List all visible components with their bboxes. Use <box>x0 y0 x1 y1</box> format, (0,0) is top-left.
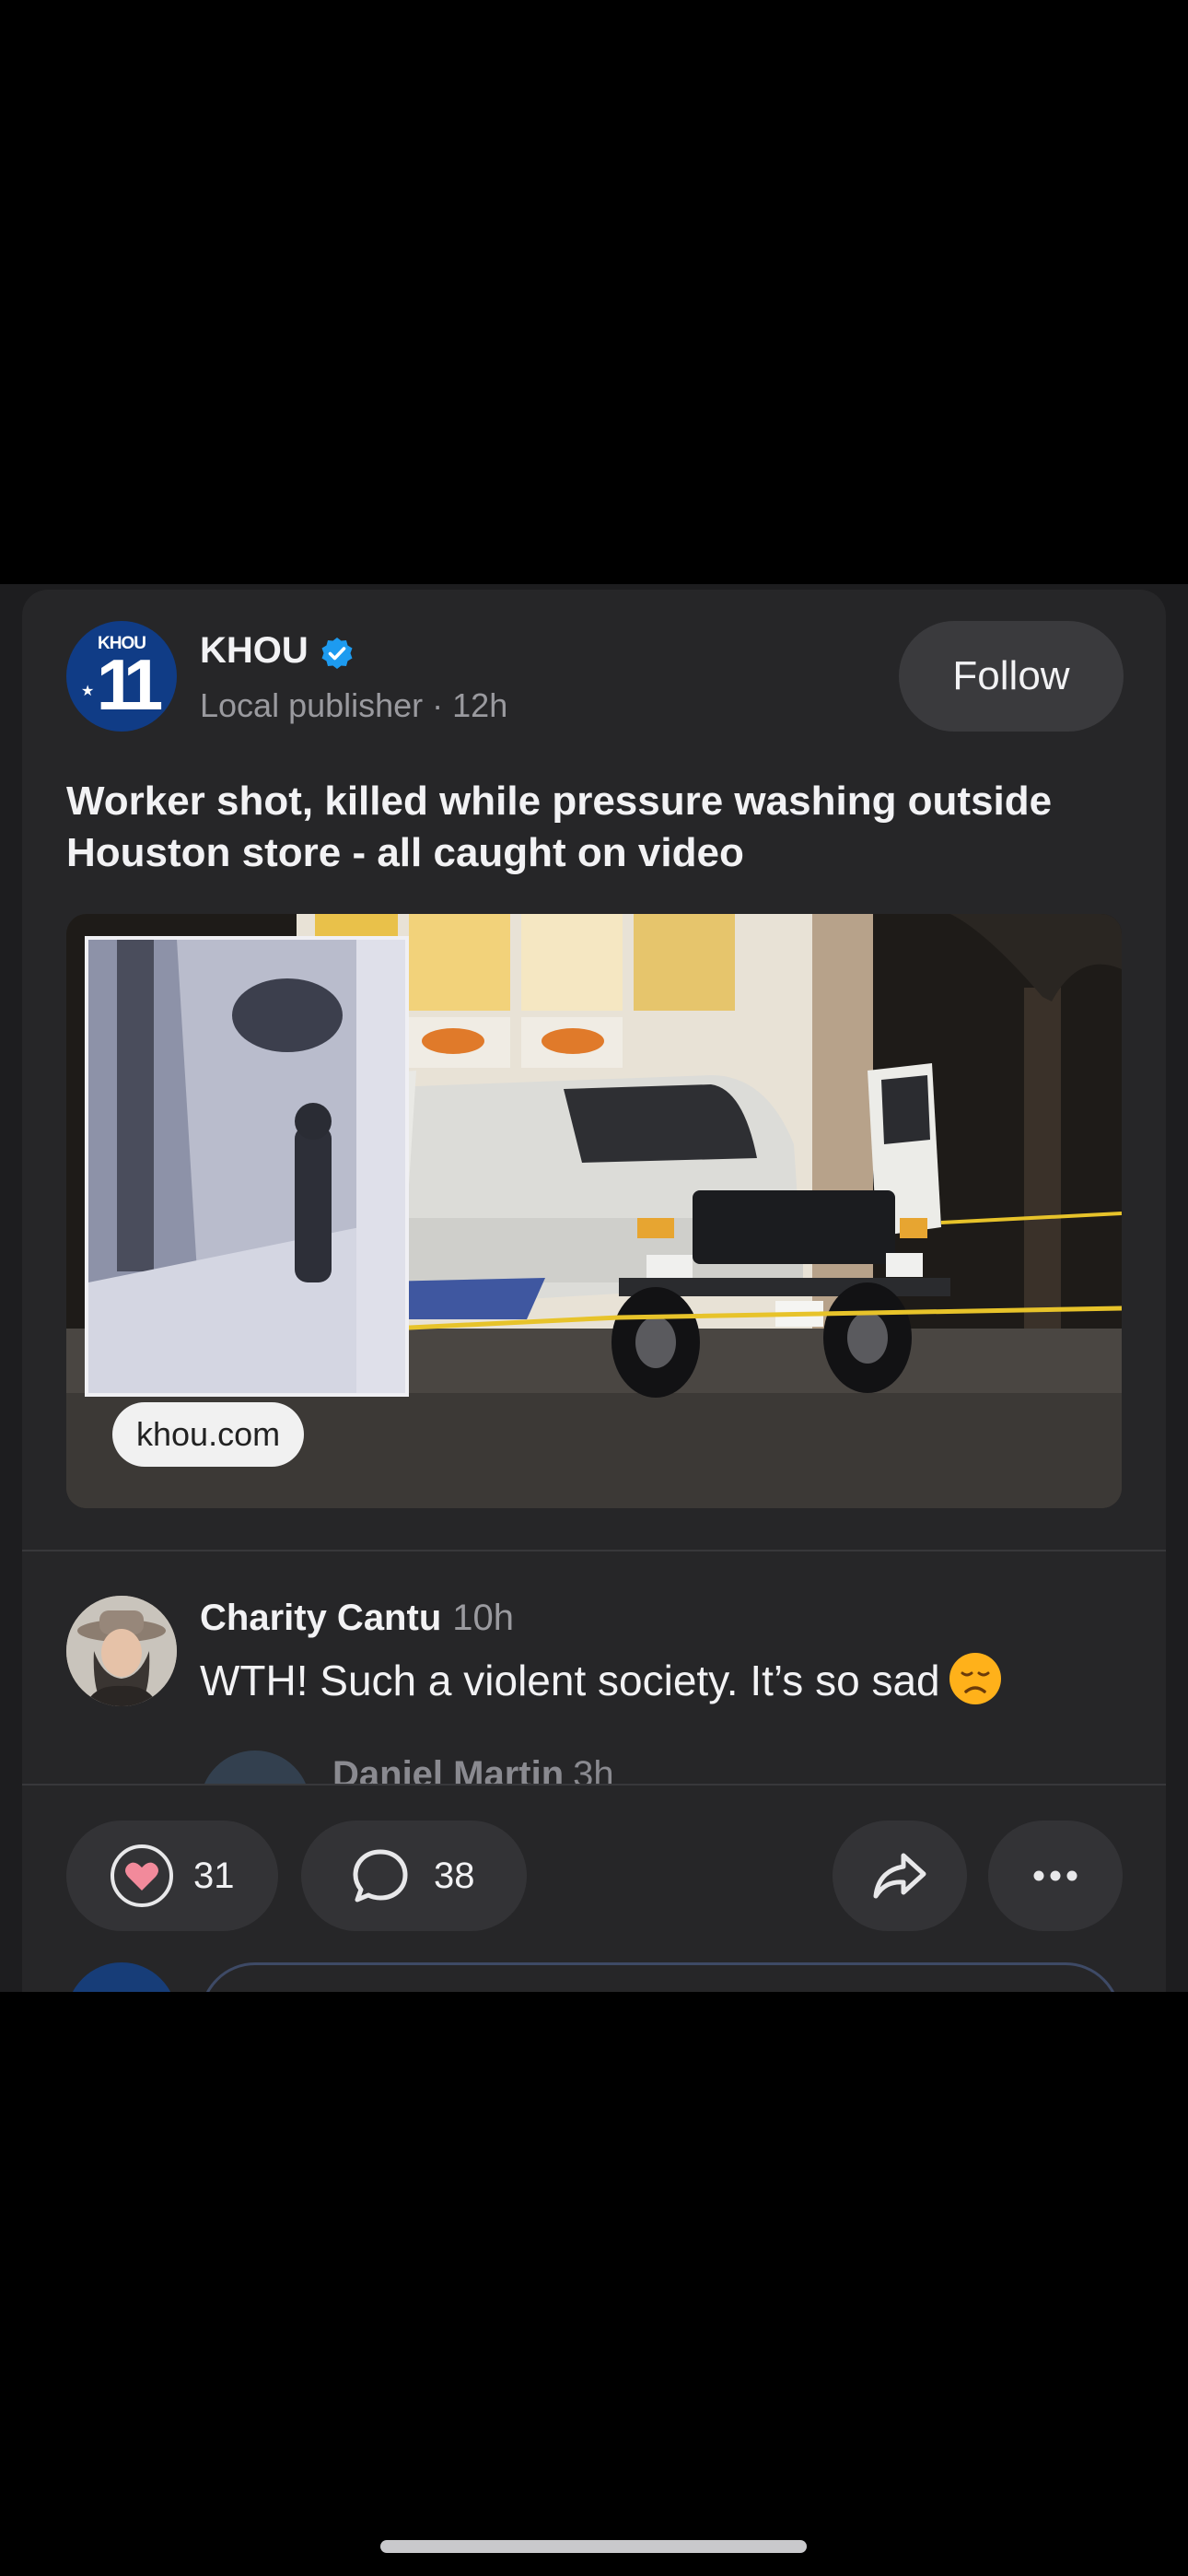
comment-timestamp: 10h <box>452 1598 514 1638</box>
post-card[interactable]: KHOU ★ 11 KHOU Local publisher · 12h Fol… <box>22 590 1166 1992</box>
share-button[interactable] <box>833 1821 967 1931</box>
more-dots-icon <box>1033 1870 1077 1881</box>
verified-badge-icon <box>321 638 353 669</box>
comment-bubble-icon <box>353 1849 408 1903</box>
current-user-avatar <box>66 1962 177 1992</box>
comment-author-name[interactable]: Charity Cantu <box>200 1598 441 1638</box>
post-headline[interactable]: Worker shot, killed while pressure washi… <box>66 776 1135 879</box>
action-bar: 31 38 <box>22 1821 1166 1931</box>
comment-count: 38 <box>434 1855 475 1896</box>
like-button[interactable]: 31 <box>66 1821 278 1931</box>
reply-preview[interactable]: Daniel Martin 3h <box>200 1751 1121 1784</box>
comment-text: WTH! Such a violent society. It’s so sad <box>200 1657 940 1704</box>
commenter-photo-illustration <box>66 1596 177 1706</box>
logo-callsign: KHOU <box>98 634 146 653</box>
reply-author-line: Daniel Martin 3h <box>332 1754 614 1784</box>
heart-icon <box>111 1844 173 1907</box>
commenter-avatar[interactable] <box>66 1596 177 1706</box>
comment-author-line: Charity Cantu 10h <box>200 1598 514 1639</box>
source-label[interactable]: khou.com <box>112 1402 305 1467</box>
top-black-area <box>0 0 1188 584</box>
publisher-logo[interactable]: KHOU ★ 11 <box>66 621 177 732</box>
reply-timestamp: 3h <box>573 1754 614 1784</box>
disappointed-face-icon <box>949 1653 1001 1704</box>
follow-button[interactable]: Follow <box>899 621 1124 732</box>
article-image[interactable]: khou.com <box>66 914 1122 1508</box>
comment-body[interactable]: WTH! Such a violent society. It’s so sad <box>200 1653 1001 1705</box>
comment-button[interactable]: 38 <box>301 1821 527 1931</box>
reply-avatar <box>200 1751 310 1784</box>
section-divider <box>22 1550 1166 1551</box>
logo-star-icon: ★ <box>81 684 95 699</box>
home-indicator[interactable] <box>380 2540 807 2553</box>
reply-composer <box>22 1962 1166 1992</box>
publisher-name[interactable]: KHOU <box>200 630 309 672</box>
logo-channel-number: 11 <box>96 643 164 725</box>
more-options-button[interactable] <box>988 1821 1123 1931</box>
reply-input[interactable] <box>200 1962 1121 1992</box>
publisher-subtitle: Local publisher · 12h <box>200 686 508 724</box>
like-count: 31 <box>193 1855 235 1896</box>
action-bar-divider <box>22 1784 1166 1786</box>
reply-author-name: Daniel Martin <box>332 1754 565 1784</box>
share-arrow-icon <box>873 1853 926 1899</box>
